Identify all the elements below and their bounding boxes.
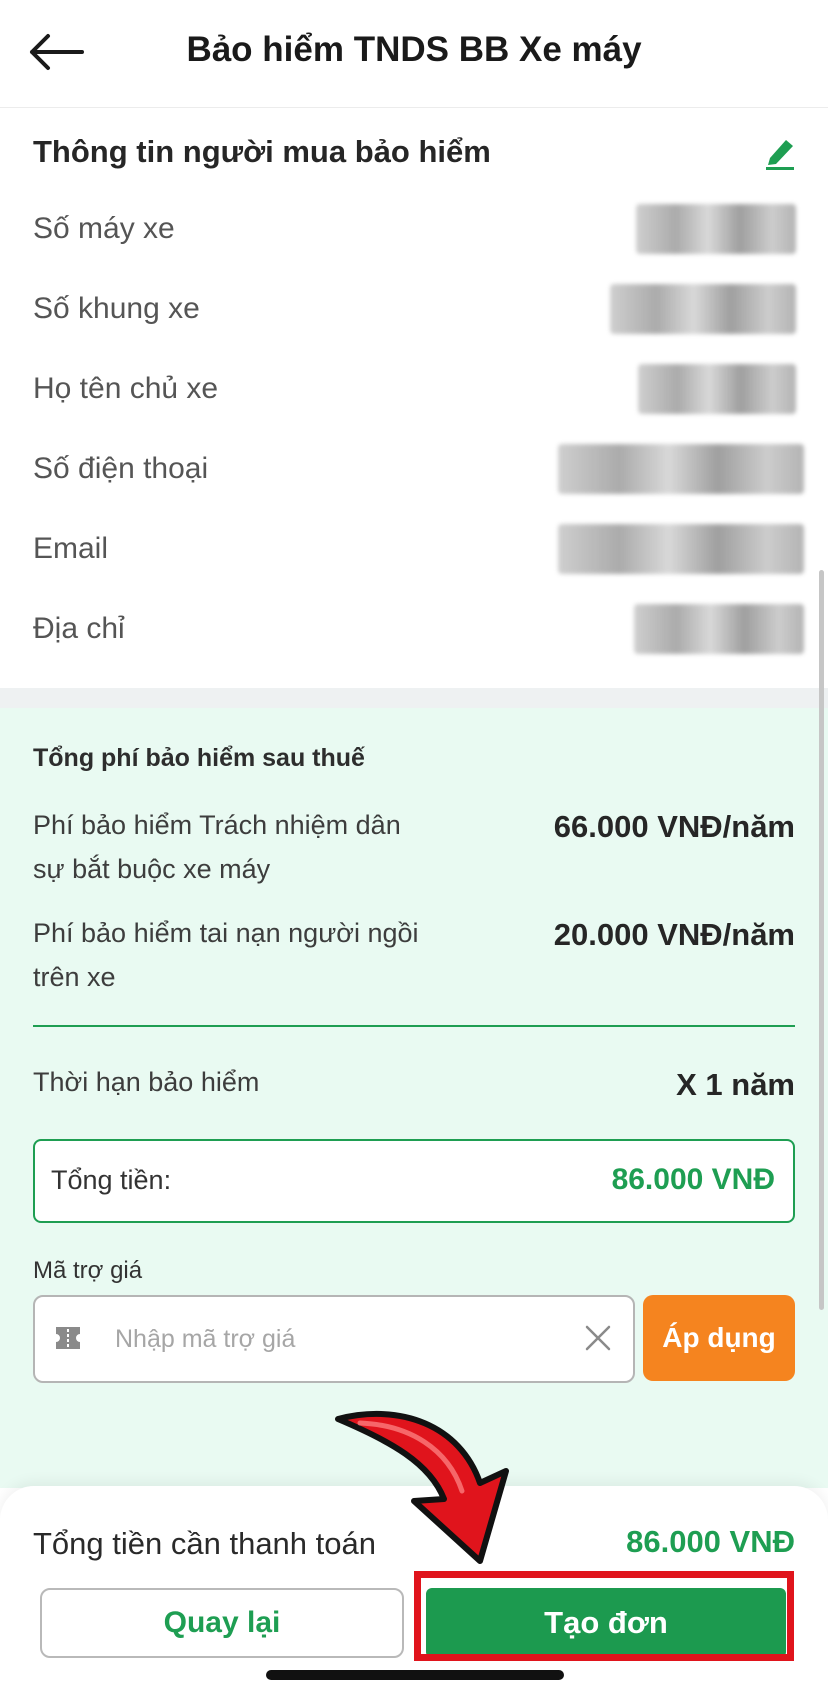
buyer-info-section: Thông tin người mua bảo hiểm Số máy xe S…	[0, 108, 828, 688]
fee-label-passenger-accident: Phí bảo hiểm tai nạn người ngồi trên xe	[33, 918, 419, 992]
ticket-icon	[56, 1327, 80, 1349]
go-back-button[interactable]: Quay lại	[40, 1588, 404, 1658]
coupon-input[interactable]	[113, 1311, 557, 1367]
pay-total-value: 86.000 VNĐ	[626, 1524, 795, 1559]
info-row-engine-number: Số máy xe	[0, 196, 828, 266]
scrollbar[interactable]	[819, 570, 824, 1310]
page-title: Bảo hiểm TNDS BB Xe máy	[186, 30, 642, 69]
total-value: 86.000 VNĐ	[611, 1163, 775, 1196]
info-label: Số khung xe	[33, 292, 200, 325]
info-label: Email	[33, 532, 109, 565]
redacted-value	[610, 284, 796, 334]
redacted-value	[634, 604, 804, 654]
info-label: Số điện thoại	[33, 452, 209, 485]
redacted-value	[636, 204, 796, 254]
info-row-chassis-number: Số khung xe	[0, 276, 828, 346]
coupon-label: Mã trợ giá	[33, 1257, 143, 1284]
info-label: Họ tên chủ xe	[33, 372, 219, 405]
info-label: Số máy xe	[33, 212, 175, 245]
redacted-value	[558, 524, 804, 574]
edit-pencil-icon	[766, 140, 794, 170]
info-label: Địa chỉ	[33, 612, 125, 645]
edit-buyer-button[interactable]	[762, 132, 798, 172]
term-value: X 1 năm	[676, 1067, 795, 1102]
info-row-address: Địa chỉ	[0, 596, 828, 666]
pay-total-label: Tổng tiền cần thanh toán	[33, 1526, 376, 1561]
app-header: Bảo hiểm TNDS BB Xe máy	[0, 0, 828, 108]
apply-coupon-button[interactable]: Áp dụng	[643, 1295, 795, 1381]
fee-value-civil-liability: 66.000 VNĐ/năm	[553, 809, 795, 844]
fee-value-passenger-accident: 20.000 VNĐ/năm	[553, 917, 795, 952]
info-row-phone: Số điện thoại	[0, 436, 828, 506]
section-divider	[0, 688, 828, 708]
payment-footer: Tổng tiền cần thanh toán 86.000 VNĐ Quay…	[0, 1486, 828, 1692]
total-label: Tổng tiền:	[51, 1165, 172, 1195]
fees-section: Tổng phí bảo hiểm sau thuế Phí bảo hiểm …	[0, 708, 828, 1488]
fees-divider	[33, 1025, 795, 1027]
fee-label-civil-liability: Phí bảo hiểm Trách nhiệm dân sự bắt buộc…	[33, 810, 401, 884]
home-indicator	[266, 1670, 564, 1680]
info-row-email: Email	[0, 516, 828, 586]
clear-x-icon[interactable]	[581, 1321, 615, 1355]
fees-title: Tổng phí bảo hiểm sau thuế	[33, 744, 365, 772]
total-box: Tổng tiền: 86.000 VNĐ	[33, 1139, 795, 1223]
coupon-field	[33, 1295, 635, 1383]
term-label: Thời hạn bảo hiểm	[33, 1067, 260, 1097]
redacted-value	[638, 364, 796, 414]
redacted-value	[558, 444, 804, 494]
info-row-owner-name: Họ tên chủ xe	[0, 356, 828, 426]
create-order-button[interactable]: Tạo đơn	[426, 1588, 786, 1658]
buyer-info-title: Thông tin người mua bảo hiểm	[33, 134, 491, 169]
